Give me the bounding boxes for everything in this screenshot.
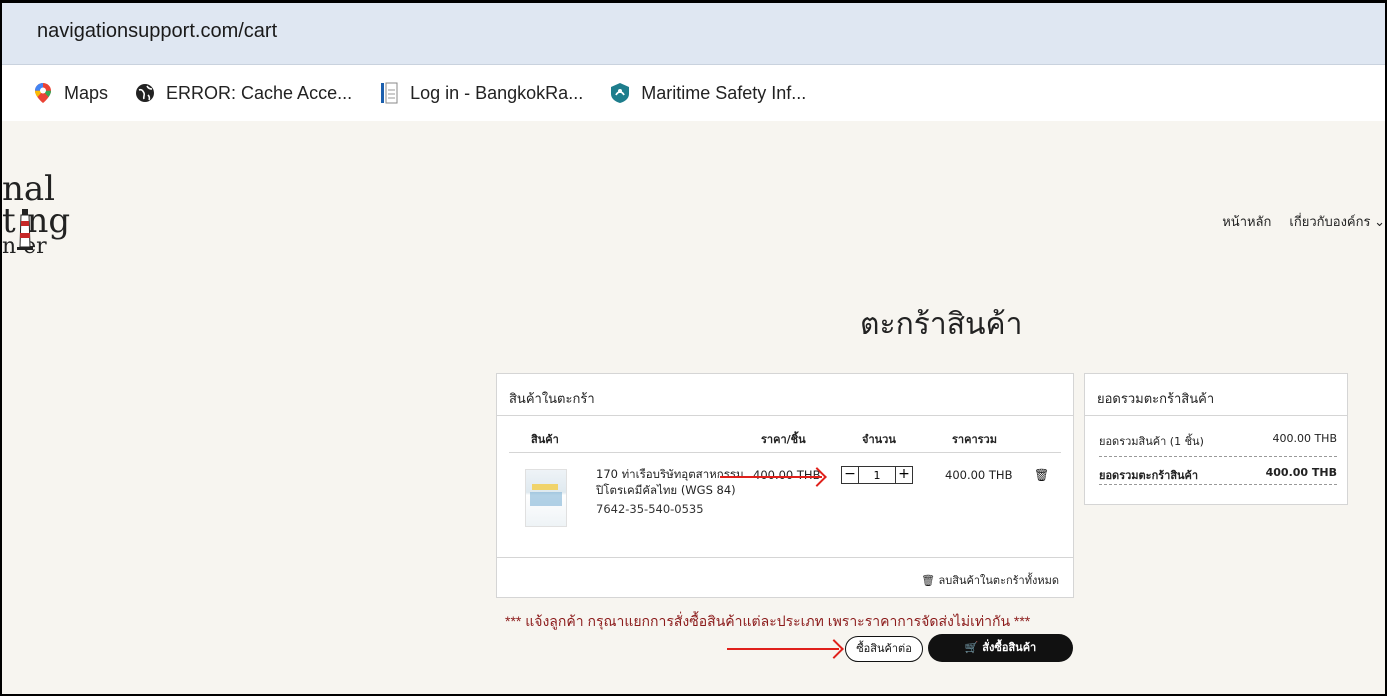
cart-icon: 🛒 [964,641,979,654]
maritime-shield-icon [609,82,631,104]
divider [509,452,1061,453]
bookmarks-bar: Maps ERROR: Cache Acce... Log in - Bangk… [2,65,1385,121]
annotation-arrow [720,476,822,478]
col-quantity: จำนวน [862,433,896,446]
trash-icon: 🗑 [921,574,936,587]
nav-about[interactable]: เกี่ยวกับองค์กร ⌄ [1289,211,1385,232]
trash-icon[interactable]: 🗑 [1034,468,1049,482]
bookmark-cache-error[interactable]: ERROR: Cache Acce... [134,82,352,104]
page-content: nal t ng n er หน้าหลัก เกี่ยวกับองค์กร ⌄… [2,121,1385,694]
annotation-arrow [727,648,839,650]
globe-icon [134,82,156,104]
subtotal-label: ยอดรวมสินค้า (1 ชิ้น) [1099,435,1204,448]
quantity-stepper: − 1 + [841,466,913,484]
document-icon [378,82,400,104]
product-thumbnail[interactable] [525,469,567,527]
browser-window: navigationsupport.com/cart Maps ERROR: C… [0,0,1387,696]
shipping-notice: *** แจ้งลูกค้า กรุณาแยกการสั่งซื้อสินค้า… [505,613,1031,629]
url-text[interactable]: navigationsupport.com/cart [37,20,277,43]
col-unit-price: ราคา/ชิ้น [761,433,806,446]
bookmark-label: Maritime Safety Inf... [641,82,807,103]
divider [1099,484,1337,485]
place-order-button[interactable]: 🛒 สั่งซื้อสินค้า [928,634,1073,662]
subtotal-row: ยอดรวมสินค้า (1 ชิ้น) 400.00 THB [1099,432,1337,450]
summary-panel: ยอดรวมตะกร้าสินค้า ยอดรวมสินค้า (1 ชิ้น)… [1084,373,1348,505]
total-value: 400.00 THB [1265,466,1337,479]
lighthouse-icon [17,209,33,250]
bookmark-bangkok-login[interactable]: Log in - BangkokRa... [378,82,583,104]
quantity-input[interactable]: 1 [859,466,895,484]
bookmark-label: Log in - BangkokRa... [410,82,584,103]
site-logo[interactable]: nal t ng n er [2,172,71,258]
increase-quantity-button[interactable]: + [895,466,913,484]
page-title: ตะกร้าสินค้า [860,308,1023,341]
product-code: 7642-35-540-0535 [596,502,704,516]
bookmark-maps[interactable]: Maps [32,82,108,104]
logo-line-2: t ng [2,201,71,241]
main-nav: หน้าหลัก เกี่ยวกับองค์กร ⌄ [1222,211,1385,232]
nav-home[interactable]: หน้าหลัก [1222,211,1271,232]
cart-panel-header: สินค้าในตะกร้า [497,374,1073,416]
total-label: ยอดรวมตะกร้าสินค้า [1099,469,1199,482]
bookmark-maritime-safety[interactable]: Maritime Safety Inf... [609,82,806,104]
clear-cart-button[interactable]: 🗑 ลบสินค้าในตะกร้าทั้งหมด [921,571,1059,589]
col-total: ราคารวม [952,433,997,446]
chevron-down-icon: ⌄ [1374,214,1385,229]
subtotal-value: 400.00 THB [1272,432,1337,445]
address-bar[interactable]: navigationsupport.com/cart [2,3,1385,65]
cart-panel: สินค้าในตะกร้า สินค้า ราคา/ชิ้น จำนวน รา… [496,373,1074,598]
bookmark-label: Maps [64,82,109,103]
summary-header: ยอดรวมตะกร้าสินค้า [1085,374,1347,416]
decrease-quantity-button[interactable]: − [841,466,859,484]
line-total: 400.00 THB [945,468,1013,482]
continue-shopping-button[interactable]: ซื้อสินค้าต่อ [845,636,923,662]
cart-footer: 🗑 ลบสินค้าในตะกร้าทั้งหมด [497,557,1073,597]
total-row: ยอดรวมตะกร้าสินค้า 400.00 THB [1099,466,1337,484]
bookmark-label: ERROR: Cache Acce... [166,82,353,103]
maps-pin-icon [32,82,54,104]
col-product: สินค้า [531,433,559,446]
divider [1099,456,1337,457]
